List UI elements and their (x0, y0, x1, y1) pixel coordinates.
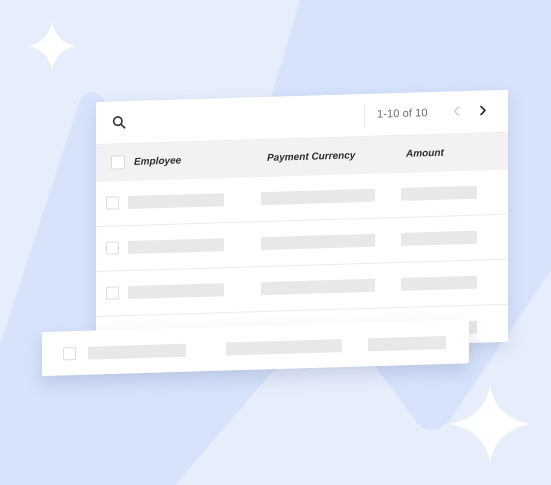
employee-placeholder (128, 238, 224, 255)
illustration-stage: 1-10 of 10 Employee Payment Currency Amo… (0, 0, 551, 485)
column-header-amount[interactable]: Amount (406, 148, 444, 160)
row-checkbox[interactable] (106, 286, 119, 300)
row-checkbox[interactable] (106, 241, 119, 255)
currency-placeholder (261, 188, 375, 206)
currency-placeholder (261, 278, 375, 296)
pagination-text: 1-10 of 10 (377, 107, 428, 121)
toolbar-divider (364, 104, 365, 129)
search-icon[interactable] (112, 115, 126, 129)
currency-placeholder (226, 339, 342, 356)
column-header-employee[interactable]: Employee (134, 155, 181, 167)
amount-placeholder (401, 185, 477, 201)
employee-placeholder (88, 343, 186, 360)
row-checkbox[interactable] (63, 346, 76, 361)
table-card: 1-10 of 10 Employee Payment Currency Amo… (96, 89, 508, 354)
employee-placeholder (128, 193, 224, 210)
sparkle-icon-top-left (28, 22, 76, 70)
chevron-right-icon[interactable] (474, 101, 492, 120)
column-header-payment-currency[interactable]: Payment Currency (267, 150, 355, 164)
chevron-left-icon[interactable] (448, 102, 466, 121)
currency-placeholder (261, 233, 375, 251)
employee-placeholder (128, 283, 224, 300)
amount-placeholder (368, 336, 446, 352)
select-all-checkbox[interactable] (111, 155, 125, 170)
row-checkbox[interactable] (106, 196, 119, 210)
amount-placeholder (401, 230, 477, 246)
amount-placeholder (401, 275, 477, 291)
